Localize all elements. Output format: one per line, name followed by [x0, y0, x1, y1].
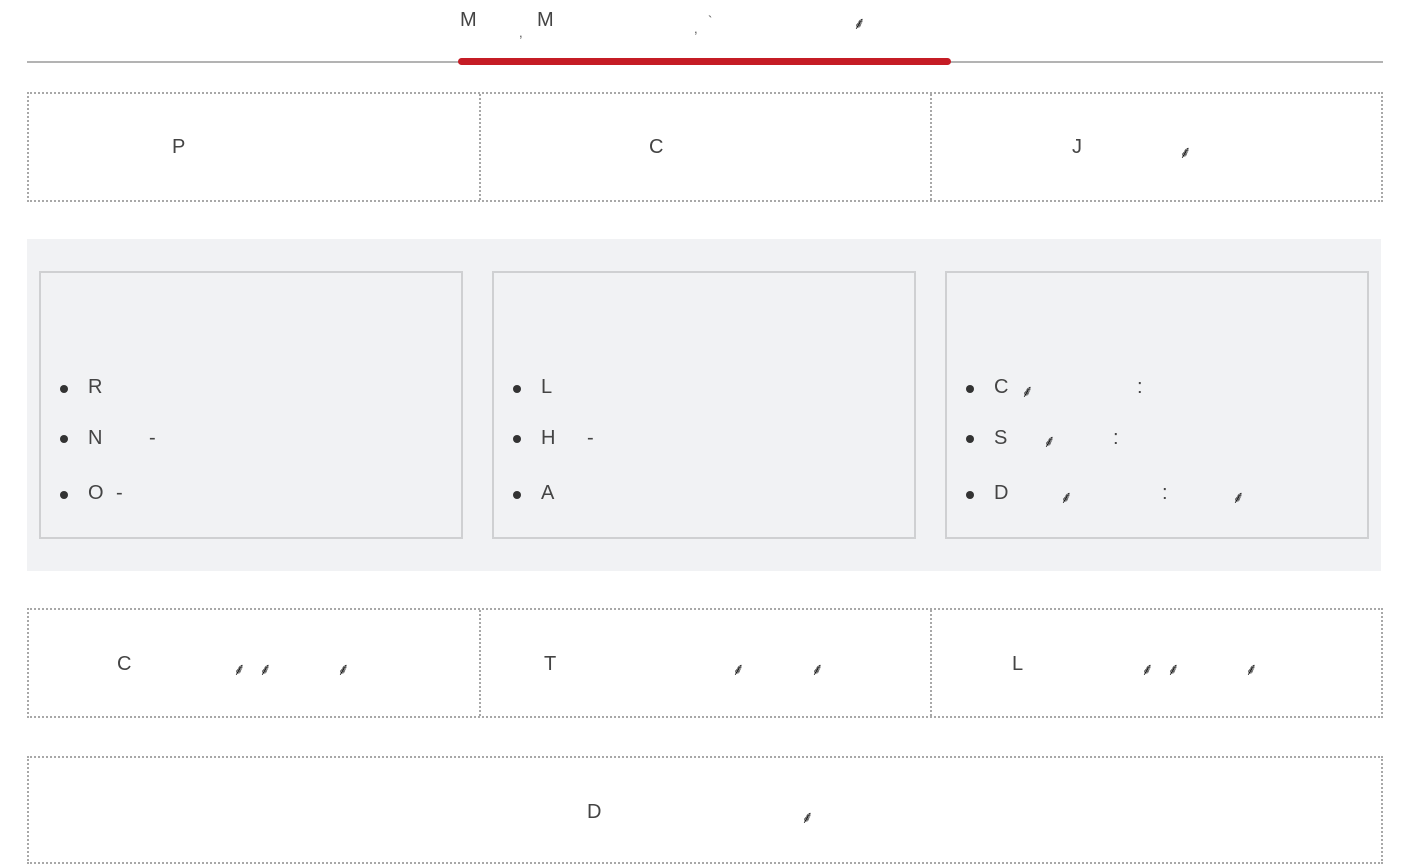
- cell-divider: [930, 94, 932, 200]
- bottom-cell-3-label[interactable]: L: [1012, 653, 1023, 675]
- list-item-colon: :: [1162, 482, 1168, 504]
- top-cell-3-label[interactable]: J: [1072, 136, 1082, 158]
- sprig-icon: ⸙: [811, 660, 824, 679]
- cell-divider: [479, 610, 481, 716]
- top-cell-2-label[interactable]: C: [649, 136, 663, 158]
- sprig-icon: ⸙: [732, 660, 745, 679]
- list-item-label: A: [541, 482, 555, 504]
- feature-card-3: C ⸙ : S ⸙ : D ⸙ : ⸙: [945, 271, 1369, 539]
- list-item-label: R: [88, 376, 103, 398]
- bullet: [513, 491, 521, 499]
- sprig-icon: ⸙: [1043, 432, 1056, 451]
- bullet: [966, 435, 974, 443]
- bullet: [966, 385, 974, 393]
- list-item-dash: -: [587, 427, 594, 449]
- text-fragment: ,: [519, 25, 523, 40]
- list-item-label: H: [541, 427, 556, 449]
- footer-label[interactable]: D: [587, 801, 601, 823]
- bullet: [966, 491, 974, 499]
- bullet: [60, 435, 68, 443]
- text-fragment: `: [708, 13, 713, 28]
- list-item-colon: :: [1137, 376, 1143, 398]
- bottom-row: C ⸙ ⸙ ⸙ T ⸙ ⸙ L ⸙ ⸙ ⸙: [27, 608, 1383, 718]
- bullet: [60, 385, 68, 393]
- feature-panel: R N - O - L H - A C ⸙ : S ⸙ : D ⸙ : ⸙: [27, 239, 1381, 571]
- top-cell-1-label[interactable]: P: [172, 136, 185, 158]
- bottom-cell-1-label[interactable]: C: [117, 653, 131, 675]
- header-title-letter-2: M: [537, 9, 554, 31]
- top-row: P C J ⸙: [27, 92, 1383, 202]
- bullet: [60, 491, 68, 499]
- bullet: [513, 435, 521, 443]
- sprig-icon: ⸙: [853, 14, 866, 33]
- sprig-icon: ⸙: [1245, 660, 1258, 679]
- bullet: [513, 385, 521, 393]
- sprig-icon: ⸙: [801, 808, 814, 827]
- text-fragment: ,: [694, 21, 698, 36]
- sprig-icon: ⸙: [1021, 382, 1034, 401]
- sprig-icon: ⸙: [1179, 143, 1192, 162]
- active-tab-indicator: [458, 58, 951, 65]
- list-item-dash: -: [149, 427, 156, 449]
- bottom-cell-2-label[interactable]: T: [544, 653, 556, 675]
- sprig-icon: ⸙: [1141, 660, 1154, 679]
- list-item-label: O: [88, 482, 104, 504]
- list-item-label: N: [88, 427, 103, 449]
- sprig-icon: ⸙: [259, 660, 272, 679]
- list-item-label: L: [541, 376, 553, 398]
- list-item-label: S: [994, 427, 1008, 449]
- list-item-colon: :: [1113, 427, 1119, 449]
- sprig-icon: ⸙: [337, 660, 350, 679]
- footer-box: D ⸙: [27, 756, 1383, 864]
- header: M , M , ` ⸙: [0, 0, 1402, 70]
- feature-card-1: R N - O -: [39, 271, 463, 539]
- sprig-icon: ⸙: [1060, 488, 1073, 507]
- list-item-label: C: [994, 376, 1009, 398]
- sprig-icon: ⸙: [233, 660, 246, 679]
- list-item-label: D: [994, 482, 1009, 504]
- list-item-dash: -: [116, 482, 123, 504]
- cell-divider: [930, 610, 932, 716]
- sprig-icon: ⸙: [1167, 660, 1180, 679]
- sprig-icon: ⸙: [1232, 488, 1245, 507]
- header-title-letter-1: M: [460, 9, 477, 31]
- feature-card-2: L H - A: [492, 271, 916, 539]
- cell-divider: [479, 94, 481, 200]
